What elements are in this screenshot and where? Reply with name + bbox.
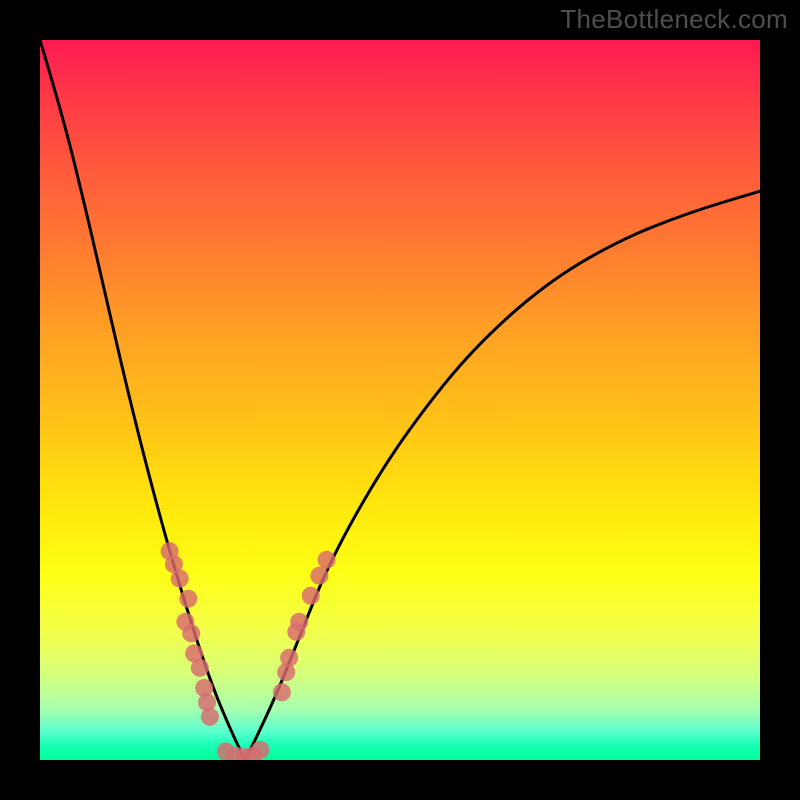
chart-frame: TheBottleneck.com bbox=[0, 0, 800, 800]
plot-area bbox=[40, 40, 760, 760]
data-point bbox=[179, 590, 197, 608]
data-point bbox=[251, 741, 269, 759]
data-points-group bbox=[161, 542, 336, 760]
data-point bbox=[302, 587, 320, 605]
data-point bbox=[182, 624, 200, 642]
data-point bbox=[201, 708, 219, 726]
data-point bbox=[273, 683, 291, 701]
curve-layer bbox=[40, 40, 760, 760]
data-point bbox=[290, 613, 308, 631]
watermark-text: TheBottleneck.com bbox=[560, 4, 788, 35]
data-point bbox=[171, 570, 189, 588]
data-point bbox=[191, 659, 209, 677]
data-point bbox=[310, 567, 328, 585]
data-point bbox=[280, 649, 298, 667]
curve-right-arm bbox=[245, 191, 760, 760]
curve-left-arm bbox=[40, 40, 245, 760]
data-point bbox=[318, 551, 336, 569]
